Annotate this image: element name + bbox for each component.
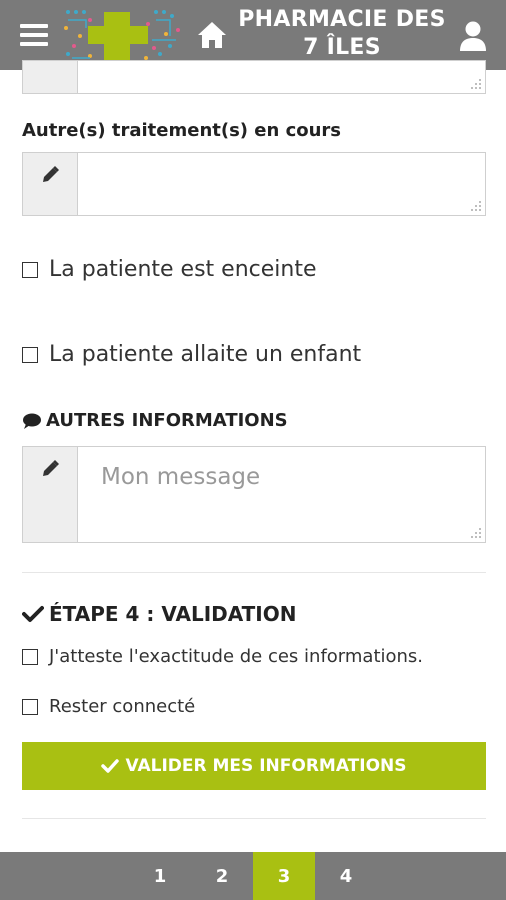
other-treatments-textarea[interactable] [22, 152, 486, 216]
message-textarea[interactable]: Mon message [22, 446, 486, 543]
pregnant-checkbox-label: La patiente est enceinte [49, 257, 317, 282]
page-1[interactable]: 1 [129, 852, 191, 900]
previous-textarea[interactable] [22, 60, 486, 94]
pencil-icon [43, 460, 59, 476]
page-3[interactable]: 3 [253, 852, 315, 900]
pharmacy-logo [64, 10, 180, 60]
checkmark-icon [101, 759, 120, 773]
field-addon [23, 61, 78, 93]
resize-grip-icon[interactable] [470, 200, 482, 212]
message-input[interactable]: Mon message [79, 447, 485, 542]
resize-grip-icon[interactable] [470, 78, 482, 90]
pregnant-checkbox-row[interactable]: La patiente est enceinte [22, 257, 317, 282]
stay-connected-checkbox-label: Rester connecté [49, 696, 196, 717]
page-number: 2 [215, 865, 229, 887]
page-2[interactable]: 2 [191, 852, 253, 900]
title-line-1: PHARMACIE DES [238, 7, 446, 32]
stay-connected-checkbox[interactable] [22, 698, 38, 715]
pencil-icon [43, 166, 59, 182]
chat-bubble-icon [23, 413, 41, 429]
page-4[interactable]: 4 [315, 852, 377, 900]
stay-connected-checkbox-row[interactable]: Rester connecté [22, 696, 195, 717]
other-treatments-input[interactable] [79, 153, 485, 215]
field-addon [23, 447, 78, 542]
attest-checkbox[interactable] [22, 648, 38, 665]
other-info-title: AUTRES INFORMATIONS [46, 410, 288, 431]
submit-button[interactable]: VALIDER MES INFORMATIONS [22, 742, 486, 790]
submit-label: VALIDER MES INFORMATIONS [125, 756, 407, 776]
section-divider [22, 572, 486, 573]
home-icon[interactable] [196, 20, 228, 50]
checkmark-icon [22, 606, 44, 622]
pagination: 1 2 3 4 [0, 852, 506, 900]
breastfeeding-checkbox-row[interactable]: La patiente allaite un enfant [22, 342, 361, 367]
page-number: 1 [153, 865, 167, 887]
section-divider [22, 818, 486, 819]
page-number: 4 [339, 865, 353, 887]
other-info-heading: AUTRES INFORMATIONS [22, 410, 288, 431]
page-number: 3 [277, 865, 291, 887]
step4-heading: ÉTAPE 4 : VALIDATION [22, 602, 297, 626]
attest-checkbox-label: J'atteste l'exactitude de ces informatio… [49, 646, 424, 667]
attest-checkbox-row[interactable]: J'atteste l'exactitude de ces informatio… [22, 646, 423, 667]
title-line-2: 7 ÎLES [303, 35, 381, 60]
menu-icon[interactable] [20, 24, 48, 46]
field-addon [23, 153, 78, 215]
breastfeeding-checkbox-label: La patiente allaite un enfant [49, 342, 362, 367]
pregnant-checkbox[interactable] [22, 261, 38, 278]
breastfeeding-checkbox[interactable] [22, 346, 38, 363]
page-title: PHARMACIE DES 7 ÎLES [232, 6, 452, 62]
step4-title: ÉTAPE 4 : VALIDATION [49, 602, 297, 626]
other-treatments-label: Autre(s) traitement(s) en cours [22, 120, 342, 141]
resize-grip-icon[interactable] [470, 527, 482, 539]
user-icon[interactable] [458, 20, 488, 52]
